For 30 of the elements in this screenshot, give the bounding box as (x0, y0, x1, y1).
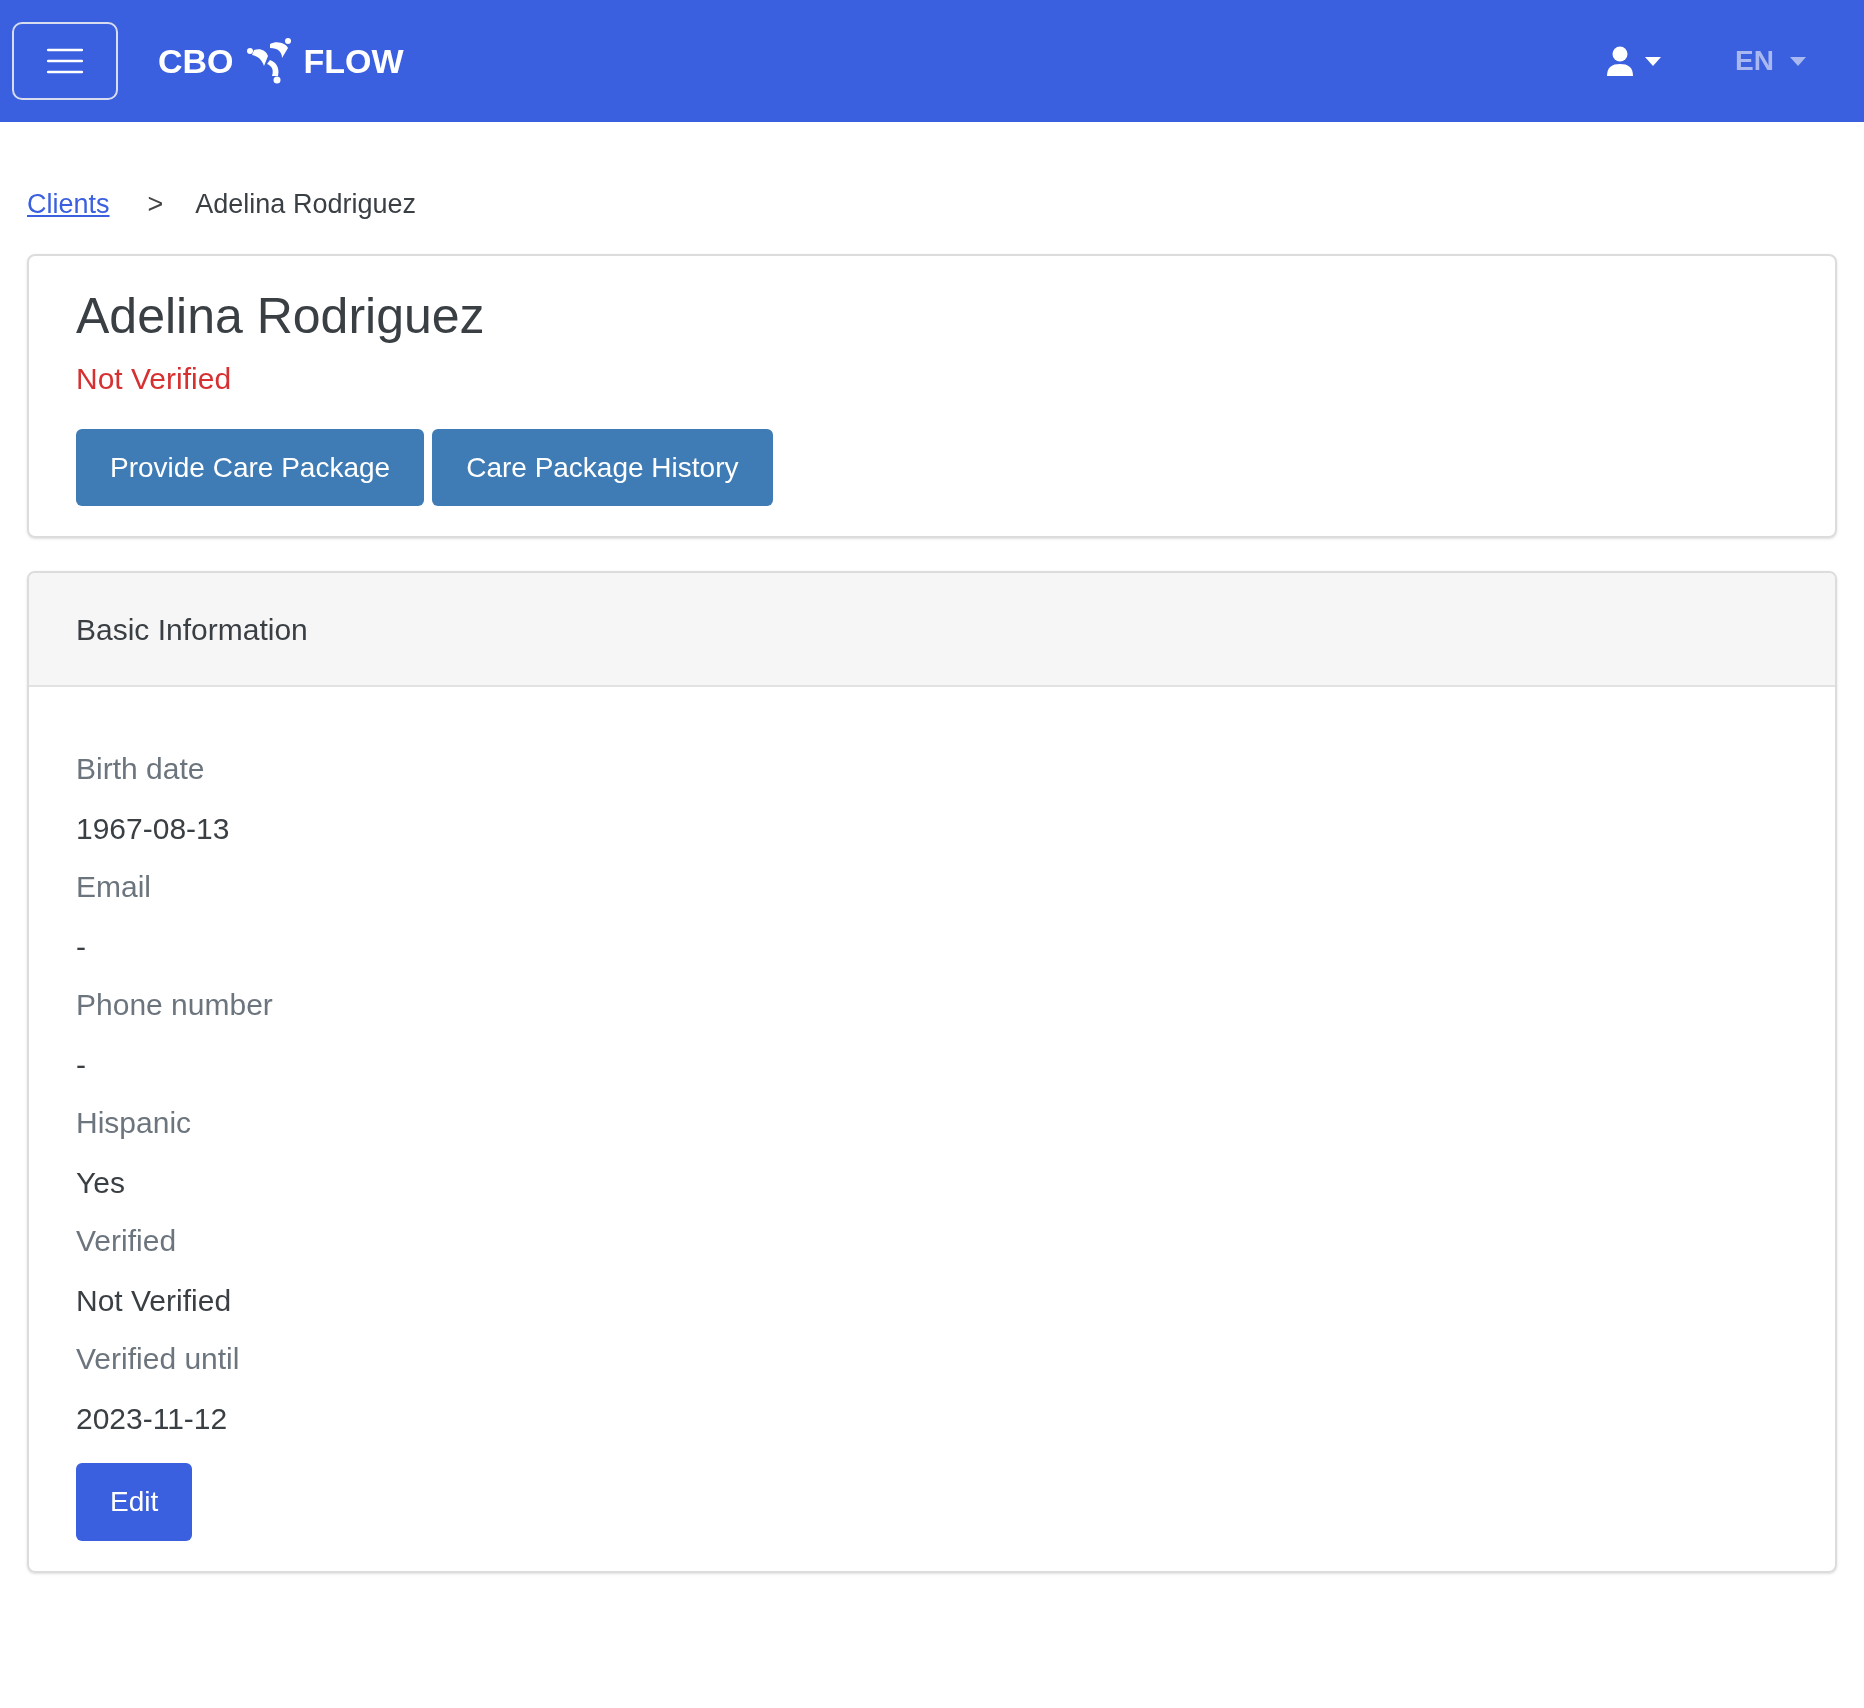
field-value: Not Verified (76, 1283, 233, 1319)
user-icon (1607, 46, 1634, 76)
verification-status: Not Verified (76, 361, 233, 397)
field-value: - (76, 929, 87, 965)
language-dropdown[interactable]: EN (1735, 40, 1806, 82)
field-value: 1967-08-13 (76, 811, 231, 847)
field-value: 2023-11-12 (76, 1401, 229, 1437)
field-label: Hispanic (76, 1105, 193, 1141)
card-title: Basic Information (76, 611, 308, 648)
action-button[interactable]: Care Package History (432, 429, 773, 506)
field-label: Phone number (76, 987, 274, 1023)
field-value: Yes (76, 1165, 126, 1201)
logo-people-icon (245, 38, 292, 84)
field-label: Email (76, 869, 152, 905)
menu-button[interactable] (12, 22, 118, 100)
field-label: Verified until (76, 1341, 241, 1377)
logo-text: FLOW (303, 40, 404, 82)
client-name: Adelina Rodriguez (76, 287, 486, 346)
action-button[interactable]: Provide Care Package (76, 429, 425, 506)
caret-icon (1790, 56, 1806, 66)
breadcrumb-current: Adelina Rodriguez (195, 187, 416, 221)
field-label: Birth date (76, 751, 206, 787)
menu-icon (47, 48, 83, 74)
caret-icon (1645, 56, 1662, 66)
breadcrumb-link[interactable]: Clients (27, 183, 110, 225)
logo-text: CBO (158, 40, 234, 82)
breadcrumb-separator: > (147, 187, 164, 221)
edit-button[interactable]: Edit (76, 1463, 193, 1541)
field-value: - (76, 1047, 87, 1083)
field-label: Verified (76, 1223, 178, 1259)
